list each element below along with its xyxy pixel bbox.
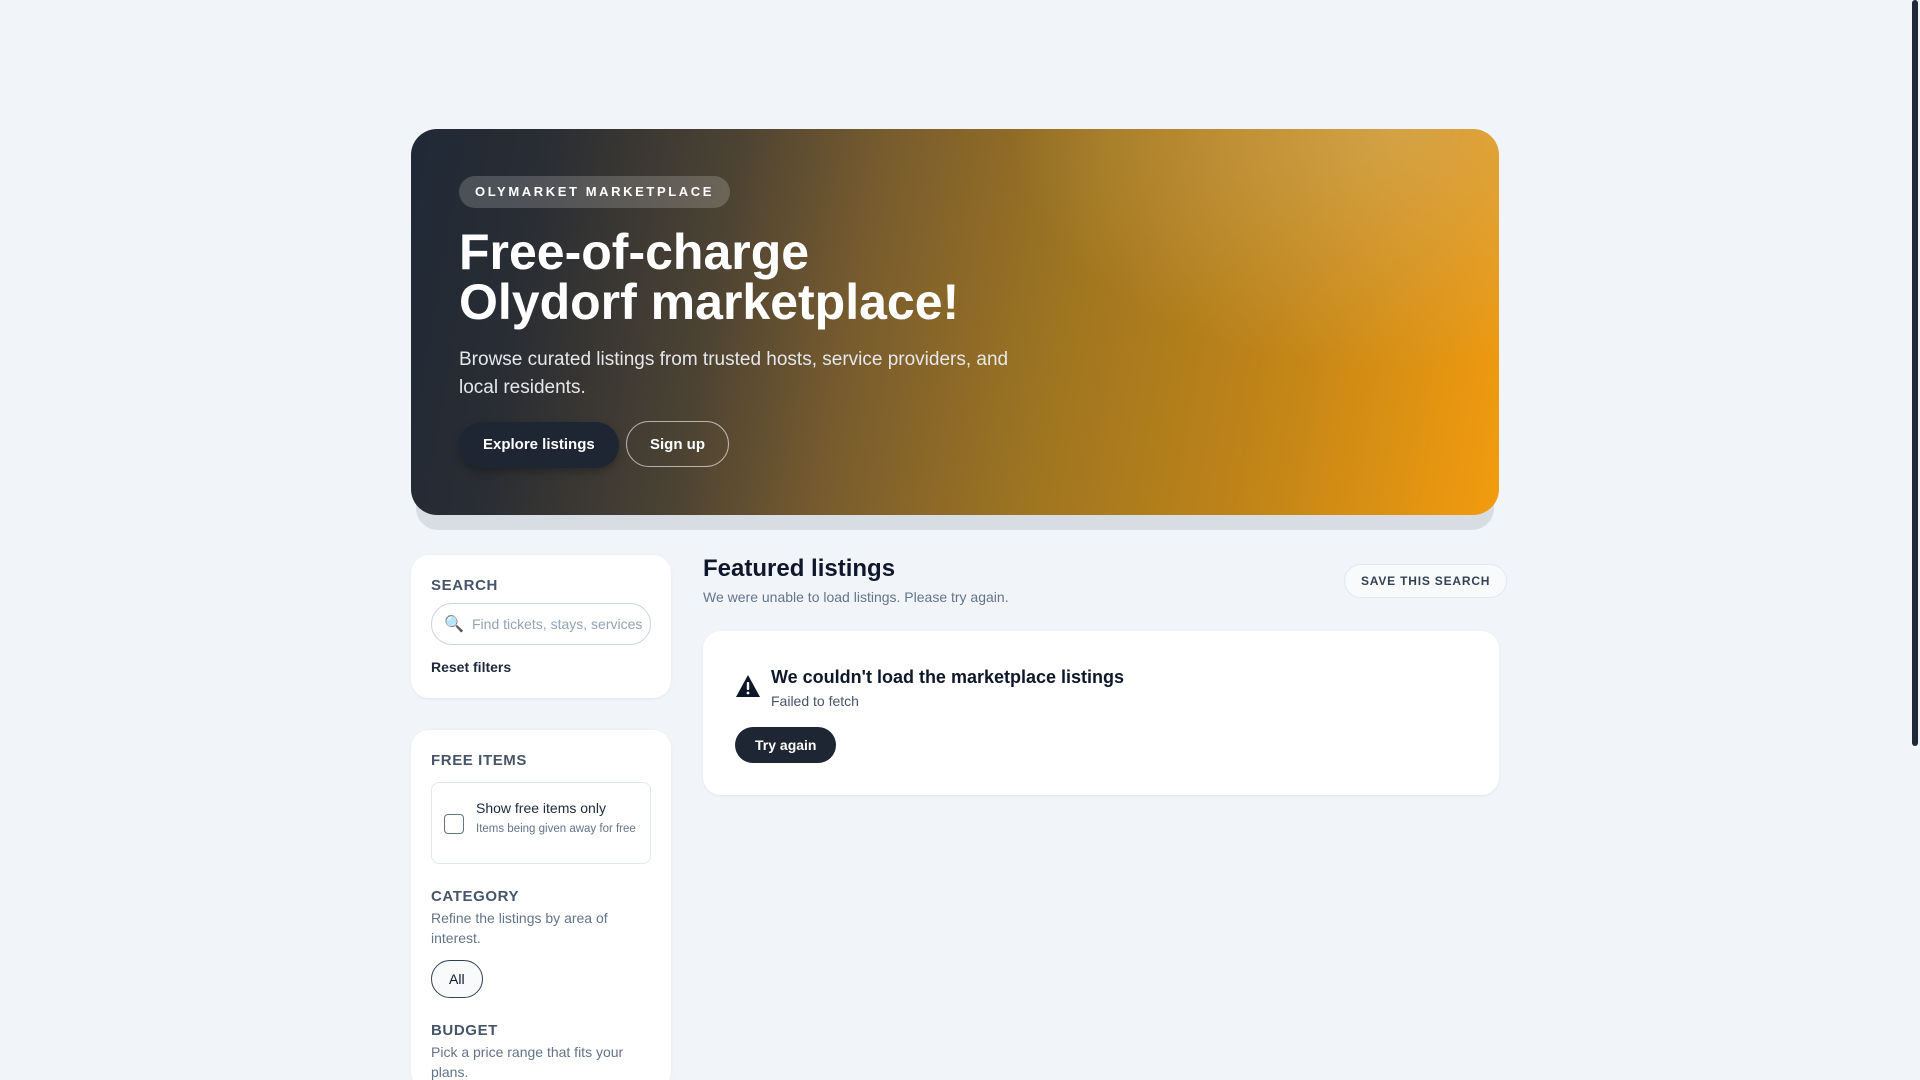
- scrollbar-thumb[interactable]: [1912, 0, 1918, 746]
- free-items-label: FREE ITEMS: [431, 752, 528, 769]
- warning-icon: [736, 675, 760, 697]
- explore-listings-button[interactable]: Explore listings: [459, 422, 619, 468]
- sign-up-button[interactable]: Sign up: [626, 421, 729, 467]
- free-items-checkbox-label: Show free items only: [476, 800, 606, 816]
- hero-banner: OLYMARKET MARKETPLACE Free-of-charge Oly…: [411, 129, 1499, 515]
- hero-subtitle: Browse curated listings from trusted hos…: [459, 349, 1009, 398]
- featured-listings-subtitle: We were unable to load listings. Please …: [703, 589, 1009, 605]
- free-items-toggle[interactable]: Show free items only Items being given a…: [431, 782, 651, 864]
- budget-label: BUDGET: [431, 1022, 498, 1039]
- error-message: Failed to fetch: [771, 693, 859, 709]
- free-items-checkbox-description: Items being given away for free: [476, 823, 636, 835]
- category-description: Refine the listings by area of interest.: [431, 910, 608, 946]
- save-search-button[interactable]: SAVE THIS SEARCH: [1344, 564, 1508, 598]
- category-label: CATEGORY: [431, 888, 520, 905]
- error-card: We couldn't load the marketplace listing…: [703, 631, 1499, 795]
- error-title: We couldn't load the marketplace listing…: [771, 667, 1125, 687]
- category-option-all[interactable]: All: [431, 960, 483, 998]
- search-card: SEARCH 🔍 Reset filters: [411, 555, 671, 698]
- search-input[interactable]: [472, 604, 642, 644]
- hero-badge: OLYMARKET MARKETPLACE: [459, 176, 731, 208]
- search-box[interactable]: 🔍: [431, 603, 651, 645]
- hero-title-line2: Olydorf marketplace!: [459, 274, 960, 330]
- scrollbar[interactable]: [1910, 0, 1920, 1080]
- free-items-checkbox[interactable]: [444, 814, 464, 834]
- featured-listings-title: Featured listings: [703, 555, 896, 582]
- try-again-button[interactable]: Try again: [735, 727, 837, 763]
- budget-description: Pick a price range that fits your plans.: [431, 1044, 624, 1080]
- search-label: SEARCH: [431, 577, 498, 594]
- reset-filters-link[interactable]: Reset filters: [431, 659, 511, 675]
- hero-title: Free-of-charge Olydorf marketplace!: [459, 227, 1159, 327]
- hero-title-line1: Free-of-charge: [459, 224, 810, 280]
- filters-card: FREE ITEMS Show free items only Items be…: [411, 730, 671, 1080]
- search-icon: 🔍: [444, 616, 464, 633]
